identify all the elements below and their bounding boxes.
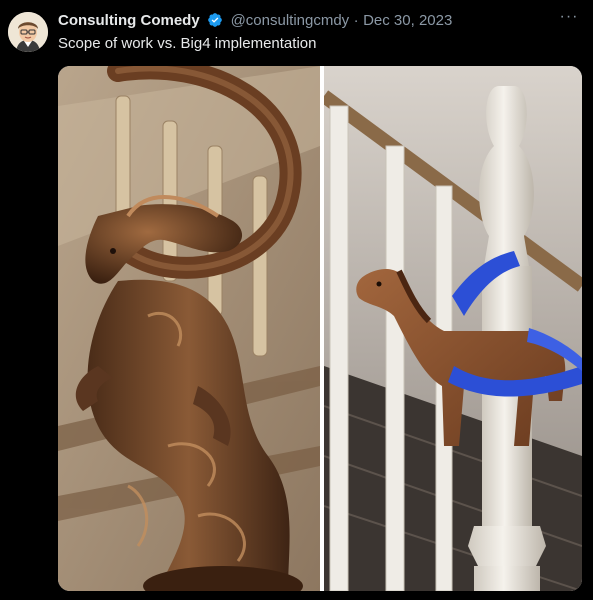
tweet-header: Consulting Comedy @consultingcmdy · Dec … <box>58 12 553 32</box>
taped-toy-horse-image <box>324 66 582 591</box>
more-options-icon[interactable]: ··· <box>559 9 579 30</box>
author-name[interactable]: Consulting Comedy <box>58 12 200 29</box>
tweet-media[interactable] <box>58 66 582 591</box>
tweet: Consulting Comedy @consultingcmdy · Dec … <box>0 0 593 600</box>
separator-dot: · <box>353 12 359 29</box>
avatar[interactable] <box>8 12 48 52</box>
author-handle[interactable]: @consultingcmdy <box>231 12 350 29</box>
tweet-date[interactable]: Dec 30, 2023 <box>363 12 452 29</box>
carved-horse-newel-image <box>58 66 320 591</box>
verified-badge-icon <box>208 13 222 27</box>
tweet-text: Scope of work vs. Big4 implementation <box>58 35 317 52</box>
avatar-illustration <box>8 12 48 52</box>
